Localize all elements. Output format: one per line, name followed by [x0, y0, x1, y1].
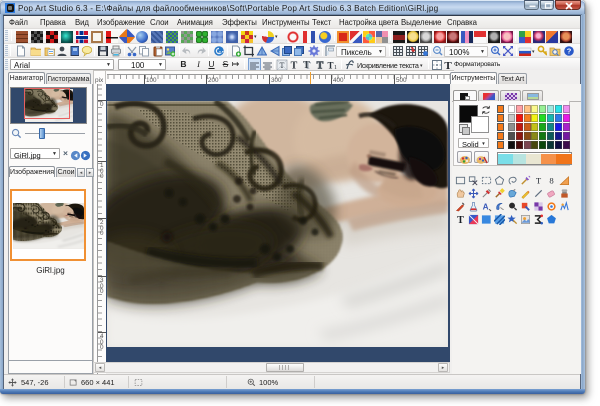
svg-text:T: T: [457, 215, 464, 225]
svg-text:T: T: [280, 61, 285, 70]
svg-text:T: T: [327, 61, 333, 71]
svg-text:?: ?: [567, 47, 572, 56]
svg-text:8: 8: [549, 176, 554, 186]
svg-text:T: T: [536, 176, 542, 186]
svg-text:A: A: [483, 203, 489, 212]
